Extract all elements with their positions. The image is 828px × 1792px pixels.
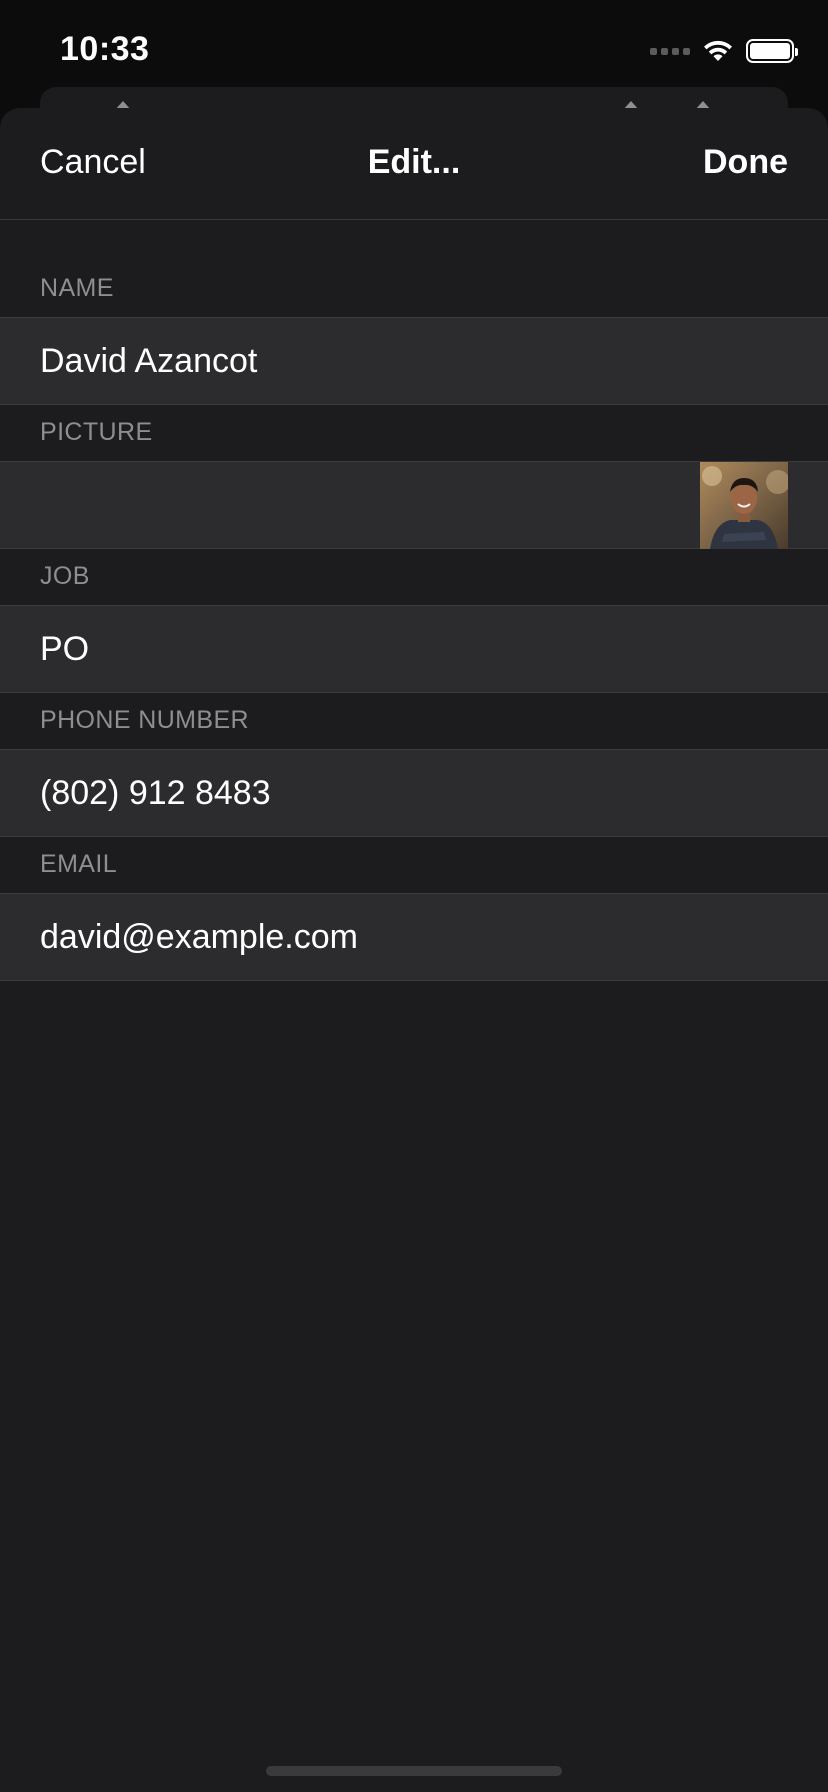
- job-value: PO: [40, 629, 90, 668]
- name-value: David Azancot: [40, 341, 258, 380]
- email-value: david@example.com: [40, 917, 358, 956]
- nav-bar: Cancel Edit... Done: [0, 108, 828, 220]
- wifi-icon: [702, 39, 734, 63]
- cancel-button[interactable]: Cancel: [40, 143, 146, 182]
- phone-value: (802) 912 8483: [40, 773, 271, 812]
- picture-section-header: PICTURE: [40, 418, 153, 446]
- status-bar: 10:33: [0, 0, 828, 100]
- cellular-signal-icon: [650, 47, 690, 55]
- phone-section-header: PHONE NUMBER: [40, 706, 249, 734]
- status-time: 10:33: [60, 30, 150, 68]
- name-field[interactable]: David Azancot: [0, 317, 828, 405]
- home-indicator: [266, 1766, 562, 1776]
- job-field[interactable]: PO: [0, 605, 828, 693]
- email-section-header: EMAIL: [40, 850, 118, 878]
- status-indicators: [650, 38, 798, 64]
- edit-sheet: Cancel Edit... Done NAME David Azancot P…: [0, 108, 828, 1792]
- phone-field[interactable]: (802) 912 8483: [0, 749, 828, 837]
- email-field[interactable]: david@example.com: [0, 893, 828, 981]
- avatar[interactable]: [700, 462, 788, 549]
- picture-field[interactable]: [0, 461, 828, 549]
- name-section-header: NAME: [40, 274, 114, 302]
- battery-icon: [746, 39, 798, 63]
- done-button[interactable]: Done: [703, 143, 788, 182]
- job-section-header: JOB: [40, 562, 90, 590]
- screen: 10:33 Cancel Edit... Done NAME David Aza…: [0, 0, 828, 1792]
